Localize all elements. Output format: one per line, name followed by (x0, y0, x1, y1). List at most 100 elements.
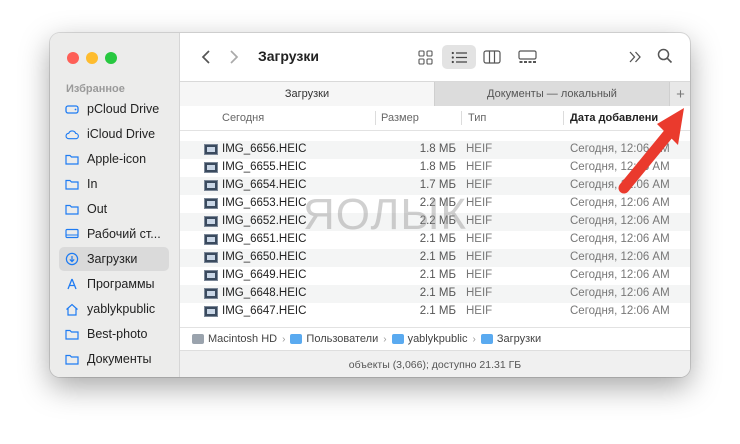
folder-icon (290, 334, 303, 344)
file-type: HEIF (466, 197, 493, 209)
sidebar-item-desktop[interactable]: Рабочий ст... (59, 222, 169, 246)
file-type: HEIF (466, 269, 493, 281)
sidebar-item-label: Документы (87, 352, 152, 366)
sidebar-item-downloads[interactable]: Загрузки (59, 247, 169, 271)
column-divider[interactable] (375, 111, 376, 125)
path-item-users[interactable]: Пользователи (290, 333, 378, 345)
file-name: IMG_6650.HEIC (222, 251, 307, 263)
file-date-added: Сегодня, 12:06 AM (570, 269, 670, 281)
folder-icon (65, 177, 79, 191)
minimize-window-button[interactable] (86, 52, 98, 64)
sidebar: Избранное pCloud Drive iCloud Drive Appl… (50, 33, 180, 377)
file-type: HEIF (466, 215, 493, 227)
icon-view-button[interactable] (416, 48, 434, 66)
sidebar-item-apple-icon[interactable]: Apple-icon (59, 147, 169, 171)
sidebar-item-label: yablykpublic (87, 302, 156, 316)
zoom-window-button[interactable] (105, 52, 117, 64)
file-size: 2.1 МБ (419, 269, 456, 281)
forward-button[interactable] (226, 47, 242, 67)
file-size: 1.8 МБ (419, 161, 456, 173)
table-row[interactable]: IMG_6648.HEIC 2.1 МБ HEIF Сегодня, 12:06 AM (180, 285, 690, 303)
search-button[interactable] (656, 47, 674, 65)
folder-icon (65, 202, 79, 216)
sidebar-item-label: Программы (87, 277, 155, 291)
home-icon (65, 302, 79, 316)
back-button[interactable] (198, 47, 214, 67)
more-toolbar-button[interactable] (626, 48, 644, 66)
table-row[interactable]: IMG_6650.HEIC 2.1 МБ HEIF Сегодня, 12:06 AM (180, 249, 690, 267)
sidebar-section-title: Избранное (66, 83, 125, 95)
column-divider[interactable] (563, 111, 564, 125)
image-file-icon (204, 198, 218, 209)
file-type: HEIF (466, 161, 493, 173)
tab-downloads[interactable]: Загрузки (180, 82, 434, 106)
sidebar-item-yablykpublic[interactable]: yablykpublic (59, 297, 169, 321)
column-view-button[interactable] (482, 48, 502, 66)
download-icon (65, 252, 79, 266)
column-type-header[interactable]: Тип (468, 106, 486, 130)
sidebar-item-label: Загрузки (87, 252, 138, 266)
image-file-icon (204, 270, 218, 281)
file-size: 2.1 МБ (419, 251, 456, 263)
gallery-view-button[interactable] (516, 48, 538, 66)
path-item-macintosh-hd[interactable]: Macintosh HD (192, 333, 277, 345)
file-type: HEIF (466, 179, 493, 191)
path-item-yablykpublic[interactable]: yablykpublic (391, 333, 467, 345)
image-file-icon (204, 180, 218, 191)
sidebar-item-in[interactable]: In (59, 172, 169, 196)
file-name: IMG_6656.HEIC (222, 143, 307, 155)
sidebar-item-out[interactable]: Out (59, 197, 169, 221)
search-icon (657, 48, 673, 64)
file-size: 2.1 МБ (419, 287, 456, 299)
chevron-right-icon (230, 50, 239, 64)
column-divider[interactable] (461, 111, 462, 125)
sidebar-item-label: Out (87, 202, 108, 216)
sidebar-item-label: Best-photo (87, 327, 148, 341)
column-name-header[interactable]: Сегодня (222, 106, 264, 130)
downloads-folder-icon (480, 334, 493, 344)
sidebar-item-label: In (87, 177, 98, 191)
desktop-icon (65, 227, 79, 241)
column-size-header[interactable]: Размер (381, 106, 419, 130)
image-file-icon (204, 216, 218, 227)
chevron-double-right-icon (629, 51, 641, 63)
sidebar-item-documents[interactable]: Документы (59, 347, 169, 371)
image-file-icon (204, 306, 218, 317)
home-folder-icon (391, 334, 404, 344)
close-window-button[interactable] (67, 52, 79, 64)
file-date-added: Сегодня, 12:06 AM (570, 287, 670, 299)
table-row[interactable]: IMG_6647.HEIC 2.1 МБ HEIF Сегодня, 12:06 AM (180, 303, 690, 321)
sidebar-item-applications[interactable]: Программы (59, 272, 169, 296)
file-name: IMG_6652.HEIC (222, 215, 307, 227)
file-date-added: Сегодня, 12:06 AM (570, 305, 670, 317)
path-bar: Macintosh HD › Пользователи › yablykpubl… (180, 327, 690, 350)
file-name: IMG_6653.HEIC (222, 197, 307, 209)
site-watermark: ЯОЛЫК (303, 190, 467, 239)
gallery-icon (517, 50, 537, 63)
cloud-icon (65, 127, 79, 141)
image-file-icon (204, 144, 218, 155)
path-item-downloads[interactable]: Загрузки (480, 333, 541, 345)
table-row[interactable]: IMG_6649.HEIC 2.1 МБ HEIF Сегодня, 12:06 AM (180, 267, 690, 285)
sidebar-item-pcloud-drive[interactable]: pCloud Drive (59, 97, 169, 121)
file-type: HEIF (466, 233, 493, 245)
image-file-icon (204, 234, 218, 245)
file-type: HEIF (466, 143, 493, 155)
sidebar-item-label: iCloud Drive (87, 127, 156, 141)
path-item-label: Пользователи (306, 333, 379, 345)
sidebar-item-best-photo[interactable]: Best-photo (59, 322, 169, 346)
path-item-label: Macintosh HD (208, 333, 278, 345)
file-date-added: Сегодня, 12:06 AM (570, 197, 670, 209)
image-file-icon (204, 288, 218, 299)
file-date-added: Сегодня, 12:06 AM (570, 233, 670, 245)
folder-icon (65, 327, 79, 341)
apps-icon (65, 277, 79, 291)
file-size: 1.8 МБ (419, 143, 456, 155)
list-icon (449, 48, 469, 66)
file-name: IMG_6655.HEIC (222, 161, 307, 173)
file-type: HEIF (466, 305, 493, 317)
file-name: IMG_6648.HEIC (222, 287, 307, 299)
sidebar-item-icloud-drive[interactable]: iCloud Drive (59, 122, 169, 146)
file-name: IMG_6651.HEIC (222, 233, 307, 245)
sidebar-item-label: Apple-icon (87, 152, 147, 166)
